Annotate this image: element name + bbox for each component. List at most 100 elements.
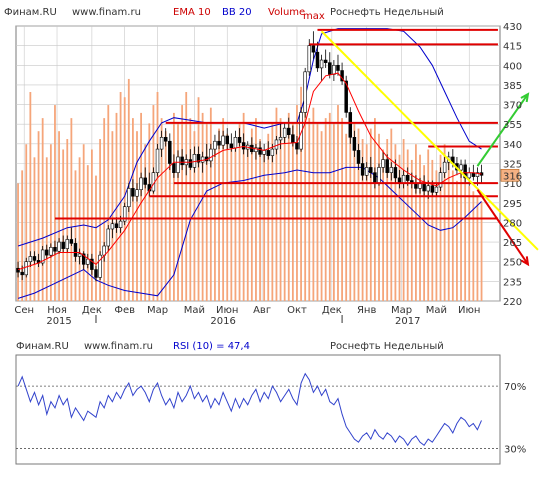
volume-bar <box>320 131 323 301</box>
price-x-tick-label: Май <box>184 305 205 316</box>
volume-bar <box>390 128 393 301</box>
candle-body <box>385 159 389 173</box>
candle-body <box>213 140 217 150</box>
volume-bar <box>197 97 200 301</box>
candle-body <box>430 185 435 193</box>
volume-bar <box>238 123 241 301</box>
candle-body <box>352 137 357 151</box>
candle-body <box>143 177 147 185</box>
price-y-tick-label: 265 <box>503 238 522 249</box>
header-max-label: max <box>303 11 325 22</box>
volume-bar <box>480 201 483 301</box>
volume-bar <box>324 118 327 301</box>
candle-body <box>200 156 205 163</box>
volume-bar <box>78 157 81 301</box>
last-price-marker: 316 <box>500 168 522 182</box>
rsi-panel-frame <box>15 354 501 465</box>
rsi-header-site: www.finam.ru <box>84 341 153 352</box>
price-y-tick-label: 250 <box>503 258 522 269</box>
volume-bar <box>328 112 331 302</box>
candle-body <box>332 64 336 75</box>
volume-bar <box>119 92 122 301</box>
candle-body <box>188 159 193 168</box>
volume-bar <box>287 112 290 302</box>
volume-bar <box>378 133 380 301</box>
year-labels: 2015 2016 2017 <box>46 315 420 327</box>
volume-bar <box>201 112 204 302</box>
candle-body <box>237 137 242 143</box>
volume-bar <box>95 175 97 301</box>
candle-body <box>73 243 78 257</box>
volume-bar <box>111 131 114 301</box>
volume-bar <box>419 154 421 301</box>
candle-body <box>315 51 320 69</box>
candle-body <box>438 172 443 188</box>
volume-bar <box>337 105 339 301</box>
candle-body <box>221 135 225 146</box>
candle-body <box>135 189 139 197</box>
candle-body <box>131 188 135 197</box>
candle-body <box>262 150 266 155</box>
candle-body <box>61 241 65 249</box>
candle-body <box>278 137 283 141</box>
price-y-tick-label: 430 <box>503 22 522 33</box>
candle-body <box>114 223 119 228</box>
candle-body <box>328 62 332 75</box>
candle-body <box>69 239 74 244</box>
volume-bar <box>230 149 233 301</box>
volume-bar <box>246 144 249 301</box>
volume-bar <box>25 144 28 301</box>
volume-bar <box>189 118 192 301</box>
candle-body <box>57 241 61 252</box>
price-y-tick-label: 400 <box>503 61 522 72</box>
volume-bar <box>82 144 85 301</box>
candle-body <box>53 247 57 252</box>
candle-body <box>159 137 164 150</box>
price-x-tick-label: Авг <box>253 305 271 316</box>
candle-body <box>270 148 275 156</box>
volume-bar <box>402 139 405 301</box>
candle-body <box>348 112 353 138</box>
volume-bar <box>103 118 106 301</box>
volume-bar <box>136 131 138 301</box>
volume-bar <box>140 112 143 302</box>
volume-bar <box>209 107 212 301</box>
year-label: 2016 <box>210 316 235 327</box>
price-y-axis: 2202352502652802953103253403553703854004… <box>503 22 522 308</box>
price-panel: 2202352502652802953103253403553703854004… <box>14 22 539 327</box>
volume-bar <box>451 170 454 301</box>
candle-body <box>373 172 377 184</box>
candle-body <box>233 137 238 149</box>
volume-bar <box>164 131 167 301</box>
volume-bar <box>131 118 134 301</box>
volume-bar <box>54 105 56 301</box>
candle-body <box>172 163 176 173</box>
candle-body <box>369 167 373 173</box>
price-x-tick-label: Янв <box>357 305 376 316</box>
volume-bar <box>74 170 77 301</box>
candle-body <box>45 249 49 256</box>
volume-bar <box>90 149 93 301</box>
candle-body <box>86 258 90 265</box>
price-y-tick-label: 280 <box>503 218 522 229</box>
candle-body <box>295 142 299 150</box>
volume-bar <box>148 123 151 301</box>
volume-bar <box>49 144 52 301</box>
volume-bar <box>369 128 372 301</box>
volume-bar <box>250 128 253 301</box>
candle-body <box>274 139 279 150</box>
candle-body <box>209 148 213 162</box>
rsi-level-label: 70% <box>504 382 526 393</box>
volume-bar <box>476 196 479 301</box>
candle-body <box>65 239 70 249</box>
candle-body <box>106 228 111 247</box>
volume-bar <box>460 165 462 301</box>
price-y-tick-label: 340 <box>503 140 522 151</box>
price-x-tick-label: Окт <box>287 305 307 316</box>
volume-bar <box>17 183 19 301</box>
candle-body <box>356 150 361 164</box>
candle-body <box>336 64 340 71</box>
candle-body <box>434 186 439 193</box>
price-x-tick-label: Дек <box>82 305 102 316</box>
price-x-tick-label: Ноя <box>47 305 67 316</box>
